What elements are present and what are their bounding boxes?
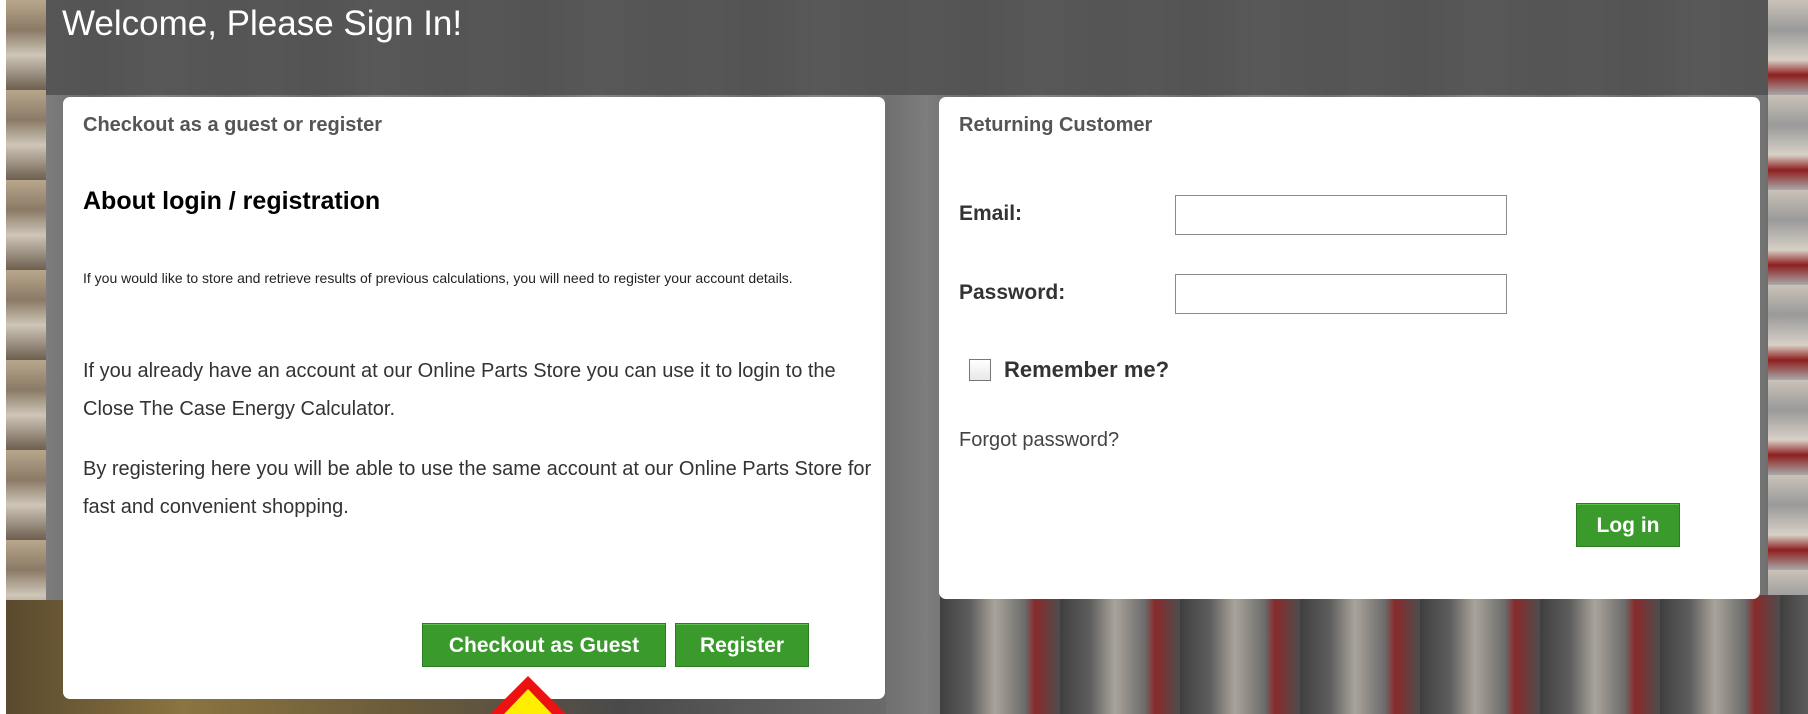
checkout-as-guest-button[interactable]: Checkout as Guest	[422, 623, 666, 667]
guest-panel-subtitle: Checkout as a guest or register	[83, 114, 382, 136]
guest-register-panel: Checkout as a guest or register About lo…	[63, 97, 885, 699]
password-field[interactable]	[1175, 274, 1507, 314]
background-bottom-right	[940, 595, 1808, 714]
forgot-password-link[interactable]: Forgot password?	[959, 429, 1119, 452]
store-results-note: If you would like to store and retrieve …	[83, 270, 793, 286]
registering-paragraph: By registering here you will be able to …	[83, 458, 872, 518]
log-in-button[interactable]: Log in	[1576, 503, 1680, 547]
page-title: Welcome, Please Sign In!	[62, 4, 463, 43]
returning-customer-panel: Returning Customer Email: Password: Reme…	[939, 97, 1760, 599]
email-field[interactable]	[1175, 195, 1507, 235]
password-label: Password:	[959, 281, 1066, 304]
register-button[interactable]: Register	[675, 623, 809, 667]
arrow-up-icon-fill	[504, 689, 552, 714]
about-login-title: About login / registration	[83, 187, 381, 215]
returning-customer-title: Returning Customer	[959, 114, 1153, 136]
remember-me-label[interactable]: Remember me?	[1004, 357, 1169, 383]
email-label: Email:	[959, 202, 1023, 225]
remember-me-checkbox[interactable]	[969, 359, 991, 381]
existing-account-paragraph: If you already have an account at our On…	[83, 360, 836, 420]
